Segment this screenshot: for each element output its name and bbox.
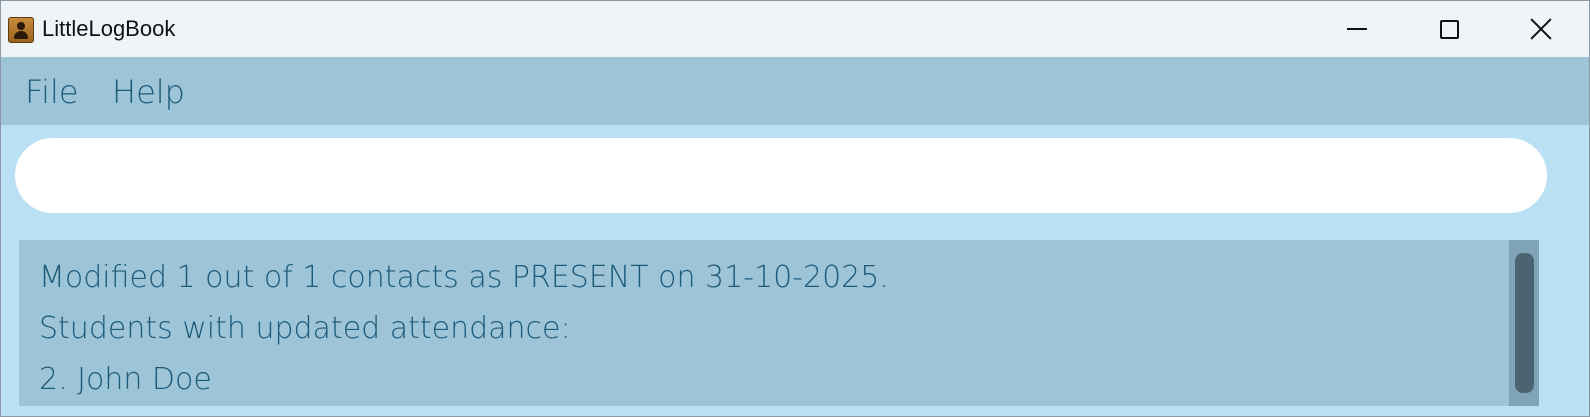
menu-help[interactable]: Help [112, 73, 185, 111]
title-bar[interactable]: LittleLogBook [1, 1, 1589, 57]
address-book-icon [8, 17, 34, 43]
result-line: Students with updated attendance: [39, 311, 571, 346]
menu-file[interactable]: File [25, 73, 79, 111]
result-text: Modified 1 out of 1 contacts as PRESENT … [39, 252, 1499, 405]
minimize-icon [1347, 28, 1367, 30]
window-title: LittleLogBook [42, 16, 176, 41]
result-line: 2. John Doe [39, 362, 212, 397]
result-line: Modified 1 out of 1 contacts as PRESENT … [39, 260, 889, 295]
maximize-icon [1439, 19, 1459, 39]
maximize-button[interactable] [1403, 1, 1495, 57]
close-icon [1530, 18, 1552, 40]
minimize-button[interactable] [1311, 1, 1403, 57]
close-button[interactable] [1495, 1, 1587, 57]
result-display: Modified 1 out of 1 contacts as PRESENT … [19, 240, 1539, 406]
vertical-scrollbar[interactable] [1509, 240, 1539, 406]
command-input[interactable] [15, 138, 1547, 213]
scrollbar-thumb[interactable] [1515, 253, 1534, 393]
app-window: LittleLogBook File Help Modified 1 out o… [0, 0, 1590, 417]
menu-bar: File Help [1, 57, 1589, 125]
